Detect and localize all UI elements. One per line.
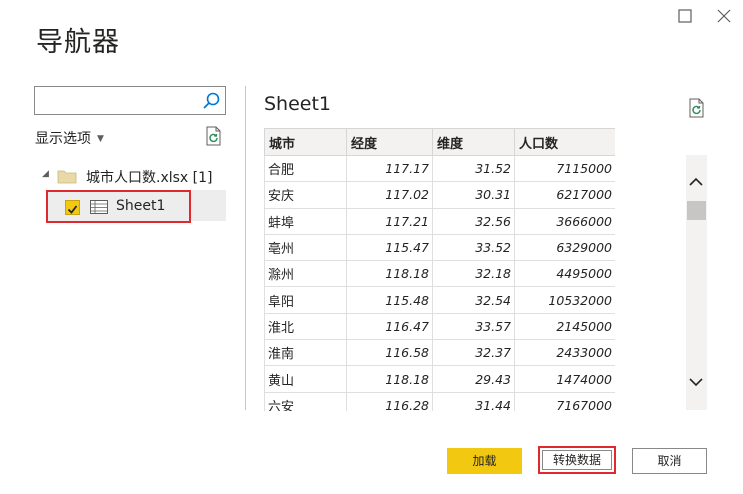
table-cell: 32.54	[432, 286, 515, 314]
folder-icon	[57, 170, 77, 184]
table-cell: 33.52	[432, 233, 515, 262]
table-cell: 4495000	[514, 260, 615, 288]
table-cell: 32.56	[432, 207, 515, 235]
table-cell: 117.02	[346, 181, 433, 209]
table-row: 黄山 118.18 29.43 1474000	[264, 365, 615, 393]
table-row: 六安 116.28 31.44 7167000	[264, 391, 615, 411]
sheet-checkbox[interactable]	[65, 200, 80, 215]
table-row: 合肥 117.17 31.52 7115000	[264, 154, 615, 183]
table-cell: 淮南	[264, 339, 347, 367]
table-cell: 31.52	[432, 154, 515, 183]
chevron-up-icon[interactable]	[689, 175, 703, 189]
table-cell: 115.47	[346, 233, 433, 262]
scrollbar-thumb[interactable]	[687, 201, 706, 220]
sheet-label: Sheet1	[116, 198, 166, 214]
table-cell: 2433000	[514, 339, 615, 367]
table-cell: 6217000	[514, 181, 615, 209]
expand-icon[interactable]: ◢	[42, 169, 49, 179]
table-row: 滁州 118.18 32.18 4495000	[264, 260, 615, 288]
table-cell: 117.21	[346, 207, 433, 235]
table-cell: 滁州	[264, 260, 347, 288]
table-cell: 32.18	[432, 260, 515, 288]
pane-divider	[245, 86, 246, 410]
table-cell: 7115000	[514, 154, 615, 183]
table-icon	[90, 200, 108, 214]
table-cell: 116.28	[346, 391, 433, 411]
tree-item-sheet1[interactable]: Sheet1	[46, 190, 226, 223]
table-row: 阜阳 115.48 32.54 10532000	[264, 286, 615, 314]
table-row: 安庆 117.02 30.31 6217000	[264, 181, 615, 209]
table-cell: 1474000	[514, 365, 615, 393]
table-cell: 116.47	[346, 312, 433, 341]
table-cell: 117.17	[346, 154, 433, 183]
table-cell: 蚌埠	[264, 207, 347, 235]
table-cell: 2145000	[514, 312, 615, 341]
table-cell: 116.58	[346, 339, 433, 367]
load-button[interactable]: 加载	[447, 448, 522, 474]
table-row: 蚌埠 117.21 32.56 3666000	[264, 207, 615, 235]
close-icon[interactable]	[714, 6, 734, 26]
table-cell: 29.43	[432, 365, 515, 393]
table-row: 淮北 116.47 33.57 2145000	[264, 312, 615, 341]
search-input[interactable]	[35, 87, 195, 114]
table-cell: 阜阳	[264, 286, 347, 314]
chevron-down-icon[interactable]	[689, 375, 703, 389]
chevron-down-icon: ▼	[97, 134, 104, 144]
column-header: 人口数	[514, 128, 615, 156]
table-cell: 黄山	[264, 365, 347, 393]
table-cell: 32.37	[432, 339, 515, 367]
table-row: 淮南 116.58 32.37 2433000	[264, 339, 615, 367]
table-cell: 118.18	[346, 365, 433, 393]
display-options-dropdown[interactable]: 显示选项 ▼	[35, 128, 104, 148]
table-header-row: 城市 经度 维度 人口数	[264, 128, 615, 156]
table-cell: 118.18	[346, 260, 433, 288]
table-cell: 7167000	[514, 391, 615, 411]
table-cell: 6329000	[514, 233, 615, 262]
transform-data-button[interactable]: 转换数据	[538, 446, 616, 474]
preview-table-container[interactable]: 城市 经度 维度 人口数 合肥 117.17 31.52 7115000 安庆 …	[264, 128, 615, 411]
search-icon[interactable]	[201, 91, 221, 111]
table-row: 亳州 115.47 33.52 6329000	[264, 233, 615, 262]
refresh-preview-icon[interactable]	[686, 97, 708, 119]
table-cell: 淮北	[264, 312, 347, 341]
table-cell: 安庆	[264, 181, 347, 209]
workbook-label: 城市人口数.xlsx [1]	[86, 170, 213, 186]
table-cell: 10532000	[514, 286, 615, 314]
dialog-title: 导航器	[36, 27, 120, 58]
table-cell: 3666000	[514, 207, 615, 235]
table-cell: 合肥	[264, 154, 347, 183]
column-header: 经度	[346, 128, 433, 156]
column-header: 维度	[432, 128, 515, 156]
search-box[interactable]	[34, 86, 226, 115]
tree-item-workbook[interactable]: ◢ 城市人口数.xlsx [1]	[40, 164, 230, 188]
table-cell: 30.31	[432, 181, 515, 209]
refresh-icon[interactable]	[203, 125, 225, 147]
table-cell: 亳州	[264, 233, 347, 262]
preview-title: Sheet1	[264, 93, 332, 115]
checkmark-icon	[67, 205, 78, 214]
table-cell: 115.48	[346, 286, 433, 314]
table-cell: 31.44	[432, 391, 515, 411]
cancel-button[interactable]: 取消	[632, 448, 707, 474]
table-cell: 33.57	[432, 312, 515, 341]
vertical-scrollbar[interactable]	[686, 155, 707, 410]
display-options-label: 显示选项	[35, 131, 91, 147]
column-header: 城市	[264, 128, 347, 156]
table-cell: 六安	[264, 391, 347, 411]
transform-data-label: 转换数据	[542, 450, 612, 470]
preview-table: 城市 经度 维度 人口数 合肥 117.17 31.52 7115000 安庆 …	[264, 128, 615, 411]
maximize-icon[interactable]	[675, 6, 695, 26]
